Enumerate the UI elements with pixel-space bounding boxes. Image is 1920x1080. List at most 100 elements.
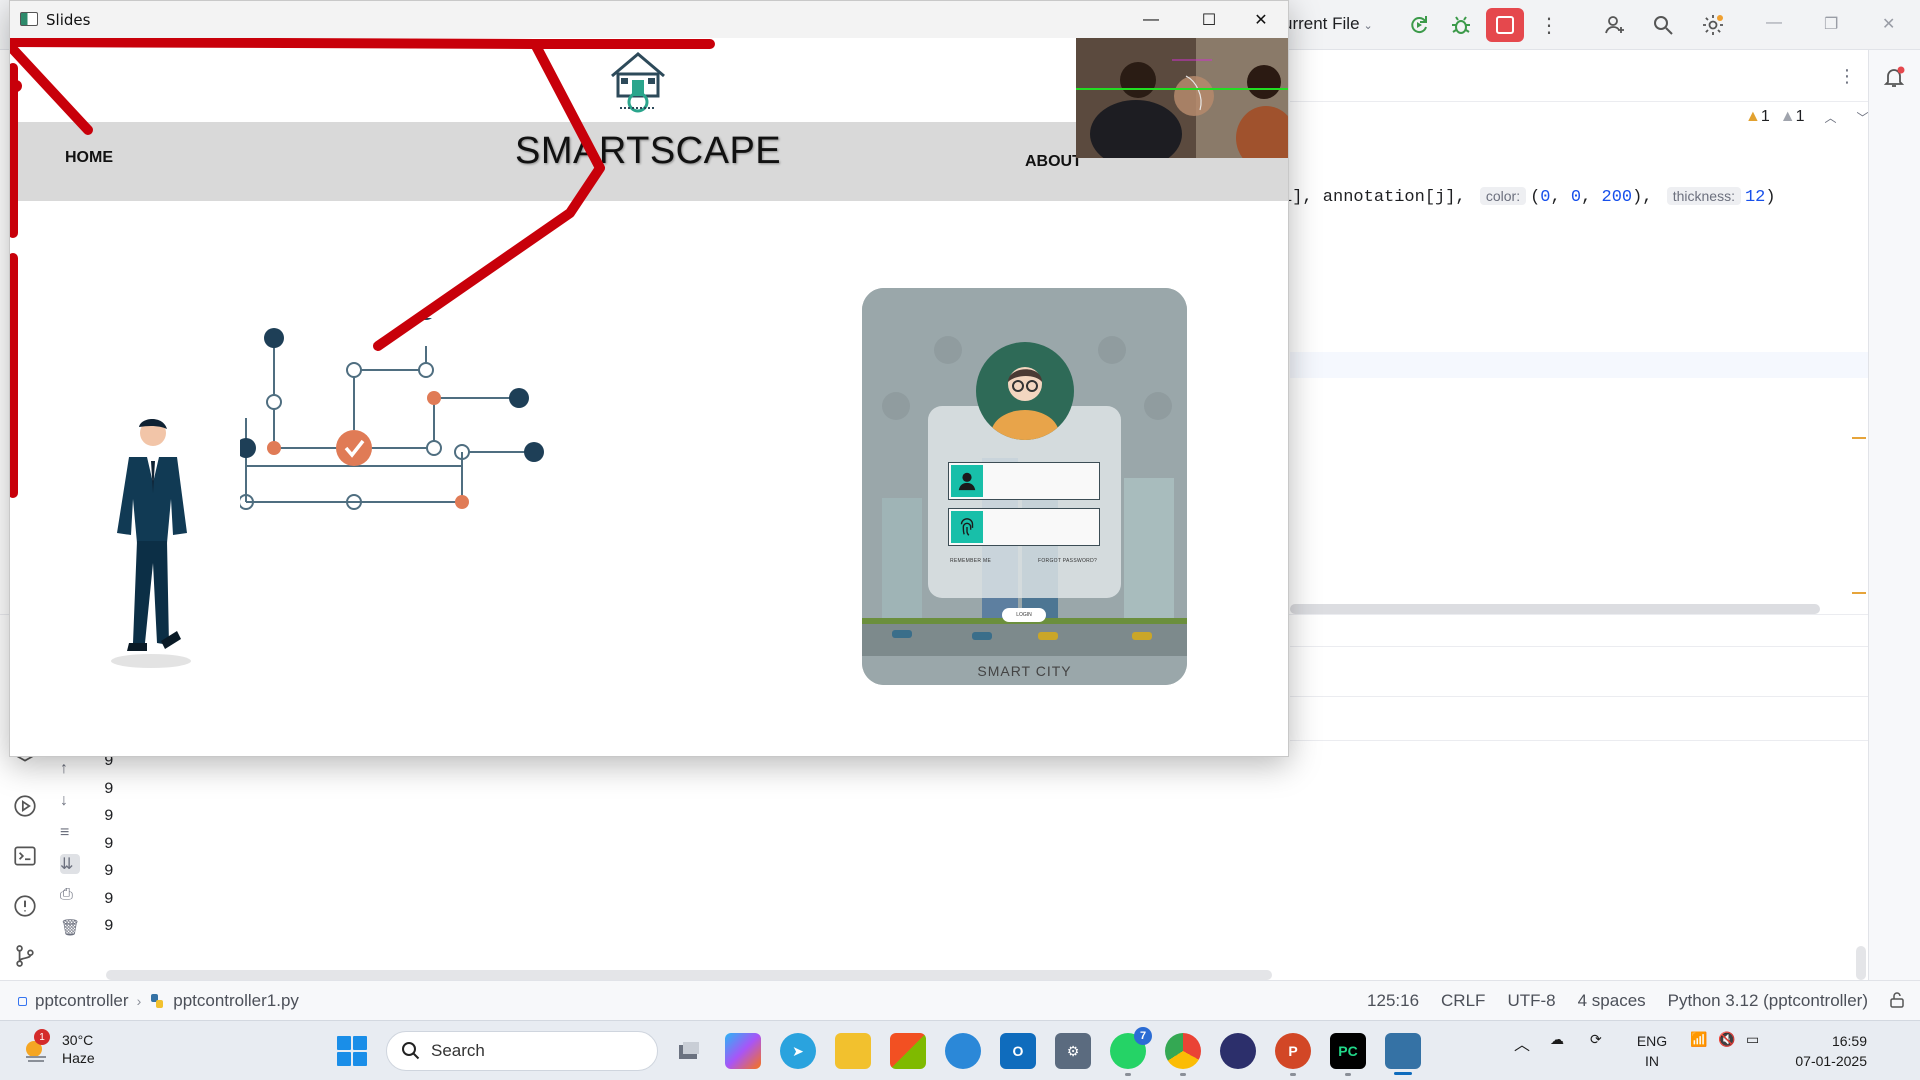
chrome-icon[interactable] (1165, 1033, 1201, 1076)
more-actions-icon[interactable]: ⋮ (1536, 12, 1562, 38)
file-encoding[interactable]: UTF-8 (1507, 991, 1555, 1011)
weather-alert-badge: 1 (34, 1029, 50, 1045)
run-configuration-selector[interactable]: urrent File ⌄ (1283, 14, 1373, 34)
terminal-icon[interactable] (12, 843, 38, 869)
clock-date: 07-01-2025 (1795, 1053, 1867, 1069)
weather-widget[interactable]: 1 30°C Haze (20, 1029, 95, 1067)
chevron-up-icon[interactable]: ︿ (1825, 109, 1837, 126)
search-icon (402, 1042, 420, 1060)
edge-browser-icon[interactable] (945, 1033, 981, 1069)
weak-warning-count: 1 (1795, 108, 1805, 125)
minimize-button[interactable]: — (1122, 1, 1180, 38)
soft-wrap-icon[interactable]: ≡ (60, 824, 80, 844)
outlook-icon[interactable]: O (1000, 1033, 1036, 1069)
warning-stripe-marker[interactable] (1852, 592, 1866, 594)
telegram-icon[interactable]: ➤ (780, 1033, 816, 1069)
webcam-preview (1076, 38, 1288, 158)
nav-home-link[interactable]: HOME (65, 149, 113, 167)
slide-canvas[interactable]: HOME SMARTSCAPE ABOUT REMEMBER ME FORGOT… (10, 38, 1288, 756)
python-app-icon[interactable] (1385, 1033, 1421, 1075)
arrow-up-icon[interactable]: ↑ (60, 760, 80, 780)
warning-count: 1 (1760, 108, 1770, 125)
breadcrumb-file[interactable]: pptcontroller1.py (173, 991, 299, 1011)
problems-icon[interactable] (12, 893, 38, 919)
console-horizontal-scrollbar[interactable] (106, 970, 1272, 980)
breadcrumb: pptcontroller › pptcontroller1.py (18, 991, 299, 1011)
breadcrumb-project[interactable]: pptcontroller (35, 991, 129, 1011)
pycharm-icon[interactable]: PC (1330, 1033, 1366, 1076)
scroll-to-end-icon[interactable]: ⇊ (60, 854, 80, 874)
language-code: ENG (1636, 1033, 1668, 1049)
username-field-graphic (948, 462, 1100, 500)
code-number: 0 (1540, 188, 1551, 207)
speaker-muted-icon[interactable]: 🔇 (1718, 1031, 1735, 1048)
search-placeholder: Search (431, 1041, 485, 1060)
inspection-widget[interactable]: ▲1 ▲1 ︿ ﹀ (1745, 108, 1869, 126)
forgot-password-text: FORGOT PASSWORD? (1038, 558, 1098, 564)
git-branch-icon[interactable] (12, 943, 38, 969)
stop-button[interactable] (1486, 8, 1524, 42)
chevron-up-icon[interactable]: ︿ (1514, 1031, 1530, 1055)
unlock-icon[interactable] (1888, 991, 1906, 1009)
task-view-icon[interactable] (671, 1033, 707, 1069)
debug-icon[interactable] (1448, 12, 1474, 38)
battery-icon[interactable]: ▭ (1746, 1031, 1759, 1048)
chevron-down-icon[interactable]: ﹀ (1857, 109, 1869, 126)
editor-horizontal-scrollbar[interactable] (1290, 604, 1820, 614)
ide-maximize-button[interactable]: ❐ (1824, 14, 1838, 34)
onedrive-cloud-icon[interactable]: ☁ (1550, 1031, 1564, 1048)
smart-city-login-graphic: REMEMBER ME FORGOT PASSWORD? LOGIN SMART… (862, 288, 1187, 685)
sync-icon[interactable]: ⟳ (1590, 1031, 1602, 1048)
slides-titlebar[interactable]: Slides — ☐ ✕ (10, 1, 1288, 38)
webcam-people-image (1076, 38, 1288, 158)
print-icon[interactable]: ⎙ (60, 886, 80, 906)
trash-icon[interactable]: 🗑 (60, 918, 80, 938)
nav-about-link[interactable]: ABOUT (1025, 153, 1082, 171)
python-interpreter[interactable]: Python 3.12 (pptcontroller) (1668, 991, 1868, 1011)
warning-stripe-marker[interactable] (1852, 437, 1866, 439)
console-line: 9 (104, 889, 114, 908)
eclipse-icon[interactable] (1220, 1033, 1256, 1069)
rerun-icon[interactable] (1406, 12, 1432, 38)
code-line[interactable]: 1], annotation[j], color: (0, 0, 200), th… (1282, 187, 1776, 207)
console-output[interactable]: 9 9 9 9 9 9 9 (104, 748, 114, 941)
whatsapp-icon[interactable]: 7 (1110, 1027, 1152, 1076)
code-text: ( (1530, 188, 1541, 207)
notifications-bell-icon[interactable] (1882, 65, 1906, 89)
divider (1290, 740, 1868, 741)
wifi-icon[interactable]: 📶 (1690, 1031, 1707, 1048)
ide-close-button[interactable]: ✕ (1882, 14, 1895, 34)
system-clock[interactable]: 16:59 07-01-2025 (1787, 1031, 1867, 1071)
file-explorer-icon[interactable] (835, 1033, 871, 1069)
slides-window[interactable]: Slides — ☐ ✕ HOME SMARTSCAPE ABOUT REMEM… (9, 0, 1289, 757)
left-tool-strip (0, 740, 50, 980)
console-line: 9 (104, 862, 114, 880)
language-indicator[interactable]: ENG IN (1634, 1031, 1670, 1071)
network-diagram-illustration (240, 318, 544, 510)
services-run-icon[interactable] (12, 793, 38, 819)
search-everywhere-icon[interactable] (1650, 12, 1676, 38)
settings-gear-icon[interactable] (1700, 12, 1726, 38)
start-button[interactable] (337, 1036, 367, 1066)
copilot-icon[interactable] (725, 1033, 761, 1069)
console-vertical-scrollbar[interactable] (1856, 946, 1866, 980)
taskbar-search[interactable]: Search (386, 1031, 658, 1071)
settings-icon[interactable]: ⚙ (1055, 1033, 1091, 1069)
smart-city-caption: SMART CITY (977, 663, 1072, 679)
ide-minimize-button[interactable]: — (1766, 14, 1782, 32)
maximize-button[interactable]: ☐ (1180, 1, 1238, 38)
powerpoint-icon[interactable]: P (1275, 1033, 1311, 1076)
close-button[interactable]: ✕ (1232, 1, 1288, 38)
login-button-graphic: LOGIN (1002, 608, 1046, 622)
code-with-me-icon[interactable] (1602, 12, 1628, 38)
microsoft-store-icon[interactable] (890, 1033, 926, 1069)
arrow-down-icon[interactable]: ↓ (60, 792, 80, 812)
warning-icon: ▲ (1745, 108, 1761, 125)
code-text: 1], annotation[j], (1282, 188, 1466, 207)
brand-title: SMARTSCAPE (515, 130, 782, 172)
right-tool-strip (1868, 50, 1920, 980)
editor-options-icon[interactable]: ⋮ (1838, 66, 1856, 87)
indent-settings[interactable]: 4 spaces (1578, 991, 1646, 1011)
caret-position[interactable]: 125:16 (1367, 991, 1419, 1011)
line-separator[interactable]: CRLF (1441, 991, 1485, 1011)
